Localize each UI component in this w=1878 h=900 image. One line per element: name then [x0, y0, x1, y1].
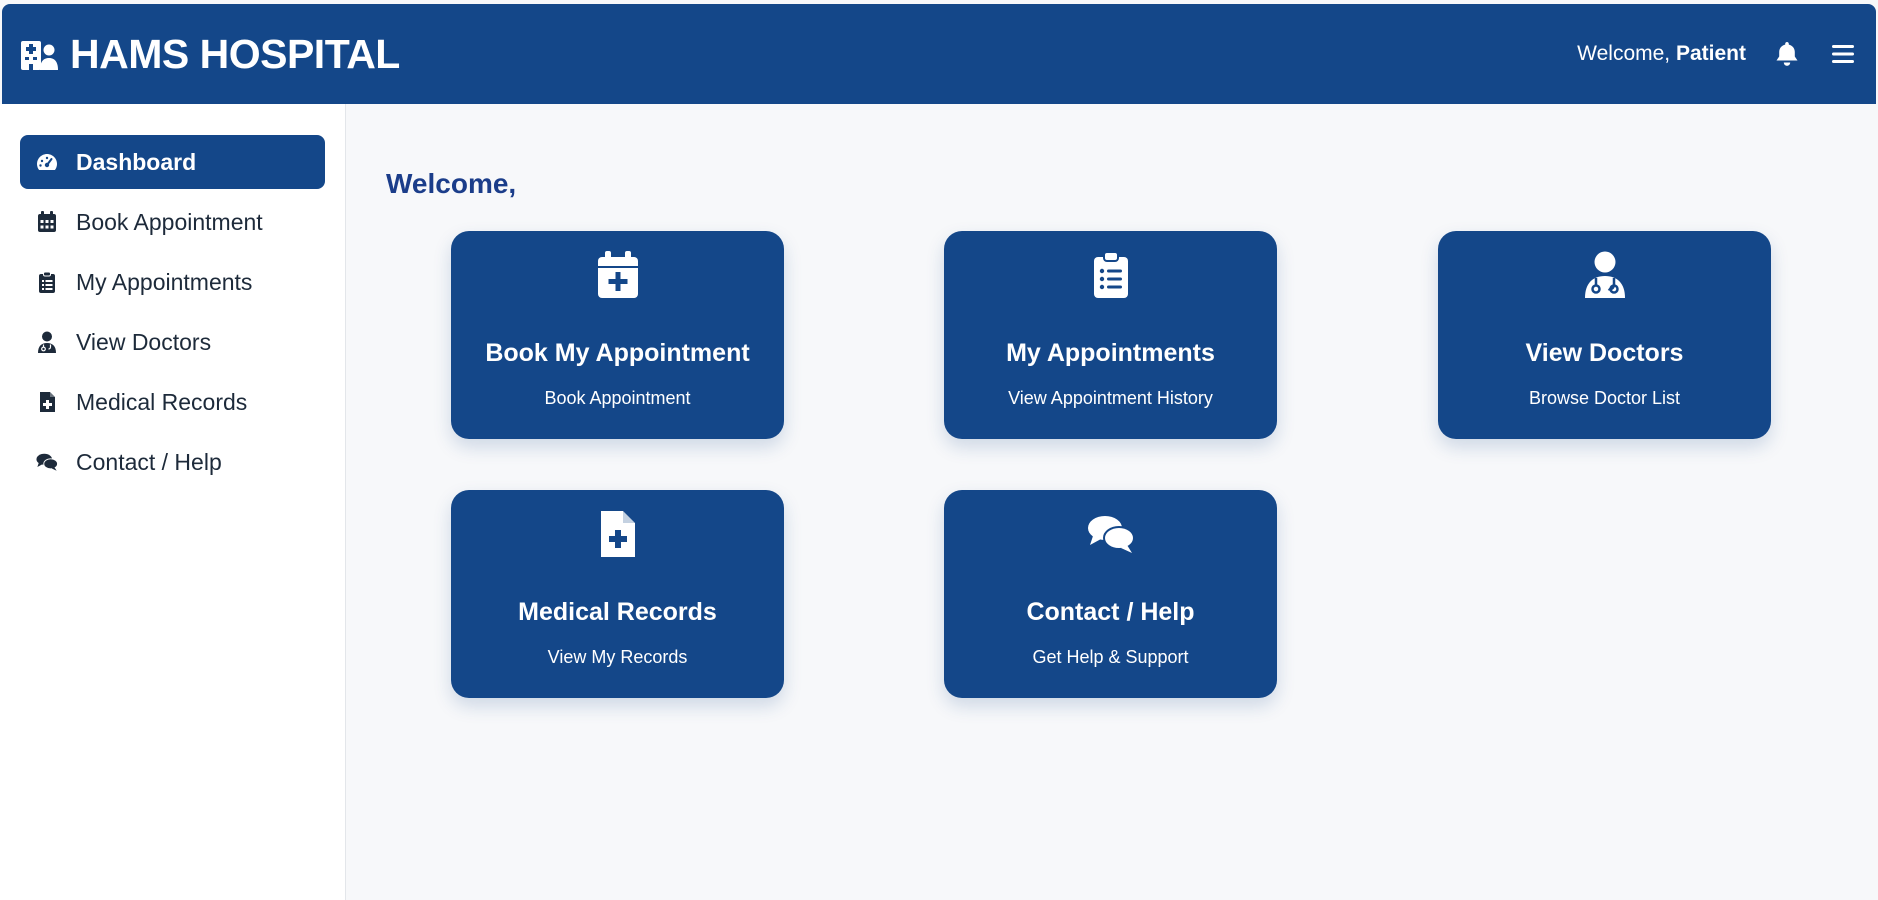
sidebar: Dashboard Book Appointment My Appointmen… — [0, 104, 346, 900]
header-actions: Welcome, Patient — [1577, 39, 1858, 69]
card-subtitle: Book Appointment — [544, 388, 691, 408]
sidebar-item-my-appointments[interactable]: My Appointments — [20, 255, 325, 309]
welcome-prefix: Welcome, — [1577, 42, 1671, 65]
sidebar-item-label: Contact / Help — [76, 448, 222, 475]
gauge-icon — [36, 151, 58, 173]
sidebar-item-label: Book Appointment — [76, 208, 263, 235]
brand[interactable]: HAMS HOSPITAL — [20, 31, 400, 78]
sidebar-item-dashboard[interactable]: Dashboard — [20, 135, 325, 189]
sidebar-item-view-doctors[interactable]: View Doctors — [20, 315, 325, 369]
menu-button[interactable] — [1828, 39, 1858, 69]
card-subtitle: View Appointment History — [1008, 388, 1213, 408]
card-subtitle: Get Help & Support — [1032, 647, 1189, 667]
card-title: Contact / Help — [1026, 598, 1195, 626]
sidebar-item-label: My Appointments — [76, 268, 253, 295]
hospital-user-icon — [21, 41, 58, 70]
comments-icon — [1087, 508, 1135, 560]
calendar-plus-icon — [597, 249, 639, 301]
card-medical-records[interactable]: Medical Records View My Records — [451, 490, 784, 698]
card-subtitle: Browse Doctor List — [1528, 388, 1681, 408]
user-name: Patient — [1675, 42, 1746, 65]
main-content: Welcome, Book My Appointment Book Appoin… — [347, 104, 1878, 900]
notifications-button[interactable] — [1772, 39, 1802, 69]
file-medical-icon — [36, 391, 58, 413]
card-book-my-appointment[interactable]: Book My Appointment Book Appointment — [451, 231, 784, 439]
welcome-message: Welcome, Patient — [1577, 42, 1746, 66]
sidebar-item-label: View Doctors — [76, 328, 212, 355]
card-title: Book My Appointment — [485, 339, 750, 367]
doctor-icon — [1584, 249, 1626, 301]
top-header: HAMS HOSPITAL Welcome, Patient — [2, 4, 1876, 104]
card-title: View Doctors — [1525, 339, 1684, 367]
file-medical-icon — [600, 508, 636, 560]
hamburger-menu-icon — [1832, 45, 1854, 63]
sidebar-item-medical-records[interactable]: Medical Records — [20, 375, 325, 429]
card-view-doctors[interactable]: View Doctors Browse Doctor List — [1438, 231, 1771, 439]
sidebar-item-label: Medical Records — [76, 388, 248, 415]
clipboard-list-icon — [1093, 249, 1129, 301]
app-title: HAMS HOSPITAL — [70, 30, 400, 77]
bell-icon — [1776, 42, 1798, 66]
clipboard-list-icon — [36, 271, 58, 293]
doctor-icon — [36, 331, 58, 353]
card-contact-help[interactable]: Contact / Help Get Help & Support — [944, 490, 1277, 698]
sidebar-item-book-appointment[interactable]: Book Appointment — [20, 195, 325, 249]
sidebar-item-label: Dashboard — [76, 148, 197, 175]
sidebar-item-contact-help[interactable]: Contact / Help — [20, 435, 325, 489]
calendar-icon — [36, 211, 58, 233]
card-title: My Appointments — [1006, 339, 1215, 367]
page-greeting: Welcome, — [386, 168, 517, 199]
card-title: Medical Records — [518, 598, 717, 626]
comments-icon — [36, 451, 58, 473]
app-window: HAMS HOSPITAL Welcome, Patient Dashboard… — [0, 0, 1878, 900]
card-my-appointments[interactable]: My Appointments View Appointment History — [944, 231, 1277, 439]
card-subtitle: View My Records — [547, 647, 688, 667]
